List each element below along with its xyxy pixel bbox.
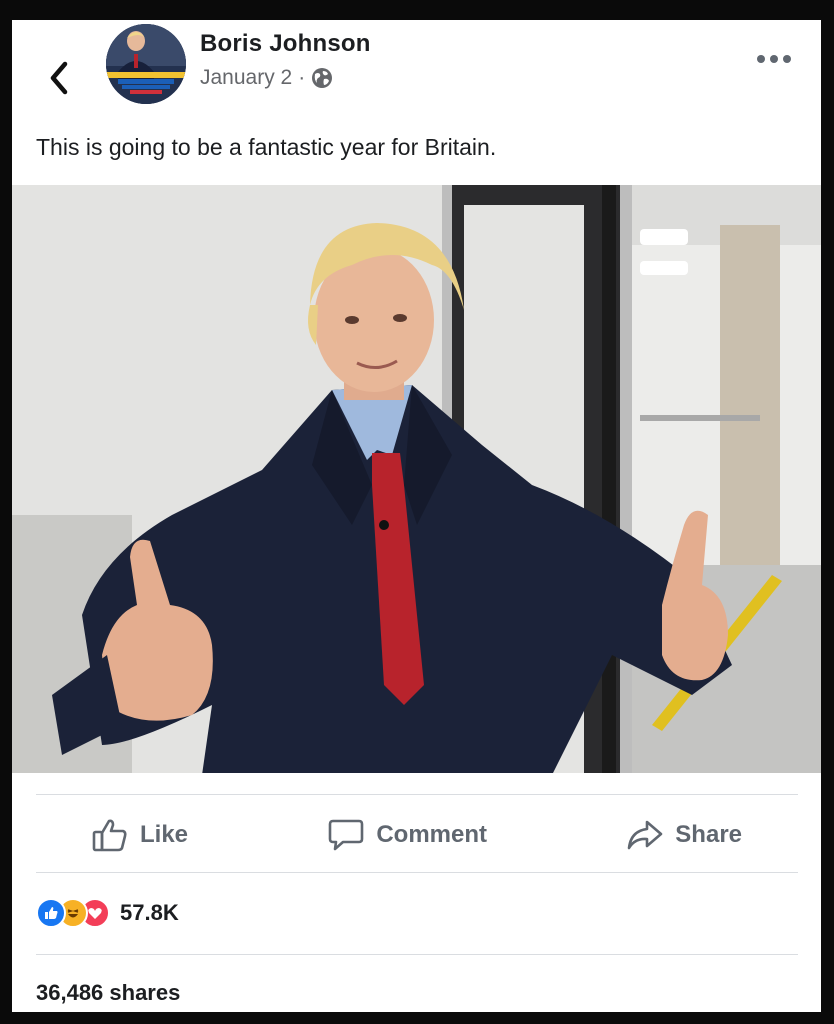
share-arrow-icon <box>627 820 663 850</box>
globe-icon <box>312 68 333 88</box>
author-name[interactable]: Boris Johnson <box>200 30 371 58</box>
action-bar: Like Comment Share <box>36 800 798 870</box>
post-photo[interactable] <box>12 185 821 773</box>
comment-label: Comment <box>376 821 487 848</box>
divider-bottom <box>36 954 798 955</box>
reactions-summary[interactable]: 57.8K <box>36 896 179 930</box>
reaction-count: 57.8K <box>120 900 179 925</box>
back-button[interactable] <box>42 58 76 98</box>
like-reaction-icon <box>36 898 66 928</box>
share-count[interactable]: 36,486 shares <box>36 980 180 1006</box>
meta-separator: · <box>298 66 306 89</box>
divider-top <box>36 794 798 795</box>
post-text: This is going to be a fantastic year for… <box>36 134 497 160</box>
like-button[interactable]: Like <box>36 818 244 852</box>
chevron-left-icon <box>50 61 68 95</box>
avatar[interactable] <box>106 24 186 104</box>
comment-icon <box>329 819 364 851</box>
like-label: Like <box>140 821 189 848</box>
more-options-button[interactable] <box>751 44 797 74</box>
post-card: Boris Johnson January 2 · This is going … <box>12 20 821 1012</box>
divider-middle <box>36 872 798 873</box>
post-meta: January 2 · <box>200 65 333 91</box>
post-date[interactable]: January 2 <box>200 66 292 90</box>
thumbs-up-icon <box>92 819 127 852</box>
more-horizontal-icon <box>757 55 791 63</box>
share-button[interactable]: Share <box>571 819 798 851</box>
comment-button[interactable]: Comment <box>272 817 543 853</box>
share-label: Share <box>675 821 742 848</box>
